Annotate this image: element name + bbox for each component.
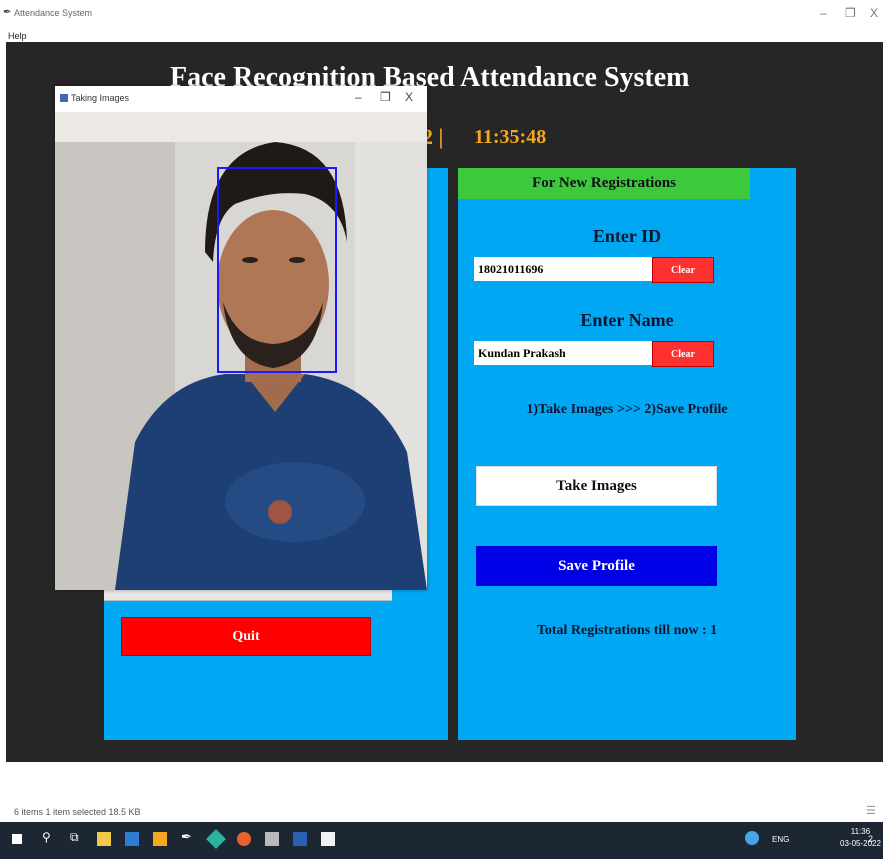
- word-icon[interactable]: [293, 832, 307, 846]
- start-icon[interactable]: [12, 834, 22, 844]
- close-icon[interactable]: X: [870, 6, 878, 20]
- notification-count[interactable]: 2: [868, 834, 873, 844]
- menu-help[interactable]: Help: [8, 31, 27, 41]
- clock-time: 11:35:48: [474, 126, 547, 148]
- registration-panel: [458, 168, 796, 740]
- quit-button[interactable]: Quit: [121, 617, 371, 656]
- window-title: Attendance System: [14, 8, 93, 18]
- user-tray-icon[interactable]: [745, 831, 759, 845]
- enter-name-label: Enter Name: [580, 310, 674, 330]
- file-explorer-icon[interactable]: [97, 832, 111, 846]
- document-icon[interactable]: [321, 832, 335, 846]
- total-registrations-text: Total Registrations till now : 1: [536, 623, 718, 638]
- camera-close-icon[interactable]: X: [405, 90, 413, 104]
- name-clear-button[interactable]: Clear: [652, 341, 714, 367]
- minimize-icon[interactable]: –: [820, 6, 827, 20]
- camera-maximize-icon[interactable]: ❐: [380, 90, 391, 104]
- language-indicator[interactable]: ENG: [772, 835, 789, 844]
- calculator-icon[interactable]: [265, 832, 279, 846]
- app-titlebar: [0, 0, 883, 28]
- save-profile-button[interactable]: Save Profile: [476, 546, 717, 586]
- camera-window-title: Taking Images: [71, 93, 130, 103]
- camera-window-icon: [60, 94, 68, 102]
- taskbar-clock[interactable]: 11:36 03-05-2022: [840, 826, 881, 850]
- camera-minimize-icon[interactable]: –: [355, 90, 362, 104]
- status-text: 6 items 1 item selected 18.5 KB: [14, 807, 141, 817]
- camera-feed: [55, 112, 427, 590]
- enter-id-label: Enter ID: [592, 226, 662, 246]
- id-input[interactable]: [474, 257, 652, 281]
- feather-app-icon[interactable]: ✒: [181, 829, 195, 844]
- taskbar-date: 03-05-2022: [840, 839, 881, 848]
- steps-instruction: 1)Take Images >>> 2)Save Profile: [526, 402, 728, 417]
- task-view-icon[interactable]: ⧉: [70, 830, 84, 844]
- name-input[interactable]: [474, 341, 652, 365]
- camera-feed-image: [55, 112, 427, 590]
- store-icon[interactable]: [125, 832, 139, 846]
- registration-header: For New Registrations: [458, 168, 750, 199]
- id-clear-button[interactable]: Clear: [652, 257, 714, 283]
- sublime-icon[interactable]: [153, 832, 167, 846]
- taskbar-time: 11:36: [850, 827, 871, 836]
- camera-window[interactable]: Taking Images – ❐ X: [55, 86, 427, 590]
- feather-icon: ✒: [3, 7, 12, 18]
- take-images-button[interactable]: Take Images: [476, 466, 717, 506]
- search-icon[interactable]: ⚲: [42, 830, 56, 844]
- maximize-icon[interactable]: ❐: [845, 6, 856, 20]
- chrome-icon[interactable]: [237, 832, 251, 846]
- details-view-icon[interactable]: ☰: [866, 804, 876, 817]
